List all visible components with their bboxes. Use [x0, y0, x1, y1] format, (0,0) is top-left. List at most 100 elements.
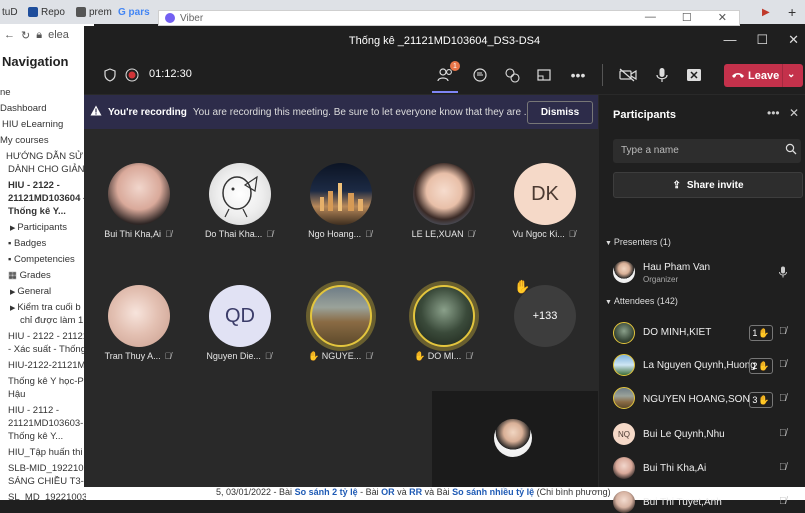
nav-item-site[interactable]: HIU eLearning [2, 119, 63, 130]
overflow-count: +133 [514, 285, 576, 347]
nav-item[interactable]: HIU_Tập huấn thi [8, 447, 82, 458]
browser-tab[interactable]: G pars [118, 3, 154, 21]
dismiss-button[interactable]: Dismiss [527, 101, 593, 124]
raised-hand-badge: 1 ✋ [749, 325, 773, 341]
reload-icon[interactable]: ↻ [21, 29, 30, 42]
nav-item[interactable]: HƯỚNG DẪN SỬ D [6, 151, 86, 162]
nav-item-current-course[interactable]: 21121MD103604 - [8, 193, 86, 204]
maximize-icon[interactable]: ☐ [682, 11, 692, 24]
nav-item[interactable]: DÀNH CHO GIẢNG [8, 164, 86, 175]
nav-item[interactable]: 21121MD103603- [8, 418, 83, 429]
close-icon[interactable]: ✕ [788, 32, 799, 48]
nav-item-participants[interactable]: ▶ Participants [10, 222, 67, 233]
participant-tile[interactable]: QD Nguyen Die... 🎙̸ [187, 259, 279, 389]
rooms-icon[interactable] [534, 65, 554, 85]
participant-tile[interactable]: LE LE,XUAN 🎙̸ [391, 129, 483, 259]
attendee-name[interactable]: Bui Thi Tuyet,Anh [643, 497, 722, 508]
browser-tab[interactable]: ▶ [762, 3, 782, 21]
nav-item-grades[interactable]: ▦ Grades [8, 270, 51, 281]
self-view-preview[interactable] [432, 391, 598, 487]
browser-tab[interactable]: prem [76, 3, 112, 21]
bottom-text: và Bài [422, 487, 453, 497]
mic-off-icon: 🎙̸ [779, 326, 787, 337]
nav-item-my-courses[interactable]: My courses [0, 135, 49, 146]
nav-item[interactable]: HIU - 2122 - 21121 [8, 331, 86, 342]
overflow-participants-tile[interactable]: ✋ +133 [492, 259, 584, 389]
browser-tab[interactable]: Repo [28, 3, 68, 21]
search-placeholder: Type a name [621, 145, 679, 156]
participant-tile[interactable]: Ngo Hoang... 🎙̸ [288, 129, 380, 259]
nav-item[interactable]: HIU-2122-21121M [8, 360, 85, 371]
attendee-name[interactable]: Bui Thi Kha,Ai [643, 463, 706, 474]
lesson-link[interactable]: RR [409, 487, 422, 497]
nav-item[interactable]: HIU - 2112 - [8, 405, 59, 416]
nav-item-competencies[interactable]: ▪ Competencies [8, 254, 75, 265]
shield-icon[interactable] [100, 65, 120, 85]
close-icon[interactable]: ✕ [718, 11, 727, 24]
attendee-name[interactable]: Bui Le Quynh,Nhu [643, 429, 725, 440]
nav-item[interactable]: Hậu [8, 389, 25, 400]
participant-tile[interactable]: ✋ DO MI... 🎙̸ [391, 259, 483, 389]
search-icon[interactable] [785, 143, 797, 158]
share-screen-icon[interactable] [684, 65, 704, 85]
back-icon[interactable]: ← [4, 29, 15, 41]
nav-item-current-course[interactable]: Thống kê Y... [8, 206, 66, 217]
nav-item[interactable]: ▶ Kiểm tra cuối b [10, 302, 81, 313]
lesson-link[interactable]: So sánh 2 tỷ lệ [295, 487, 358, 497]
camera-off-icon[interactable] [618, 65, 638, 85]
nav-item[interactable]: SÁNG CHIỀU T3-T5 [8, 476, 86, 487]
attendees-section-header[interactable]: ▼ Attendees (142) [605, 296, 678, 306]
nav-item[interactable]: Thống kê Y học-Ph [8, 376, 86, 387]
participant-tile[interactable]: Do Thai Kha... 🎙̸ [187, 129, 279, 259]
participant-name: Nguyen Die... 🎙̸ [206, 351, 272, 361]
nav-item-badges[interactable]: ▪ Badges [8, 238, 46, 249]
minimize-icon[interactable]: — [723, 32, 736, 48]
minimize-icon[interactable]: — [645, 11, 656, 24]
mic-off-icon: 🎙̸ [779, 428, 787, 439]
attendee-avatar [613, 322, 635, 344]
leave-button[interactable]: Leave ⌄ [724, 64, 803, 87]
chat-icon[interactable] [470, 65, 490, 85]
video-grid: Bui Thi Kha,Ai 🎙̸ Do Thai Kha... 🎙̸ Ngo Ho… [84, 129, 598, 487]
participant-name: Ngo Hoang... 🎙̸ [308, 229, 372, 239]
nav-item-general[interactable]: ▶ General [10, 286, 51, 297]
participant-name: ✋ NGUYE... 🎙̸ [308, 351, 372, 361]
nav-item-dashboard[interactable]: Dashboard [0, 103, 46, 114]
grades-icon: ▦ [8, 270, 20, 281]
reactions-icon[interactable] [502, 65, 522, 85]
viber-window-bar[interactable]: Viber — ☐ ✕ [158, 10, 740, 26]
attendee-name[interactable]: DO MINH,KIET [643, 327, 711, 338]
microphone-icon[interactable] [652, 65, 672, 85]
nav-item[interactable]: - Xác suất - Thống [8, 344, 86, 355]
chevron-down-icon[interactable]: ⌄ [787, 69, 795, 80]
nav-item[interactable]: chỉ được làm 1 [20, 315, 83, 326]
mic-off-icon: 🎙̸ [779, 359, 787, 370]
attendee-name[interactable]: NGUYEN HOANG,SON [643, 394, 750, 405]
more-actions-icon[interactable]: ••• [568, 65, 588, 85]
presenters-section-header[interactable]: ▼ Presenters (1) [605, 237, 671, 247]
maximize-icon[interactable]: ☐ [756, 32, 768, 48]
browser-address-bar[interactable]: ← ↻ 🔒︎ elea [0, 24, 94, 46]
participant-tile[interactable]: Tran Thuy A... 🎙̸ [86, 259, 178, 389]
nav-item[interactable]: SLB-MID_19221019 [8, 463, 86, 474]
presenter-name[interactable]: Hau Pham Van [643, 262, 710, 273]
nav-item-current-course[interactable]: HIU - 2122 - [8, 180, 60, 191]
browser-tab[interactable]: tuD [2, 3, 24, 21]
share-invite-button[interactable]: ⇪ Share invite [613, 172, 803, 198]
lesson-link[interactable]: OR [381, 487, 395, 497]
participants-button[interactable]: 1 [436, 61, 460, 85]
search-field[interactable]: Type a name [613, 139, 801, 163]
participant-tile[interactable]: DK Vu Ngoc Ki... 🎙̸ [492, 129, 584, 259]
more-options-icon[interactable]: ••• [767, 106, 780, 120]
close-panel-icon[interactable]: ✕ [789, 106, 799, 120]
participants-count-badge: 1 [450, 61, 460, 71]
lesson-link[interactable]: So sánh nhiều tỷ lệ [452, 487, 534, 497]
nav-item[interactable]: Thống kê Y... [8, 431, 63, 442]
nav-item[interactable]: ne [0, 87, 11, 98]
nav-item[interactable]: SL_MD_1922100324101 [8, 492, 86, 500]
bottom-text: - Bài [357, 487, 382, 497]
participant-tile[interactable]: Bui Thi Kha,Ai 🎙̸ [86, 129, 178, 259]
attendee-name[interactable]: La Nguyen Quynh,Huong [643, 360, 756, 371]
new-tab-button[interactable]: + [788, 3, 802, 21]
participant-tile[interactable]: ✋ NGUYE... 🎙̸ [288, 259, 380, 389]
